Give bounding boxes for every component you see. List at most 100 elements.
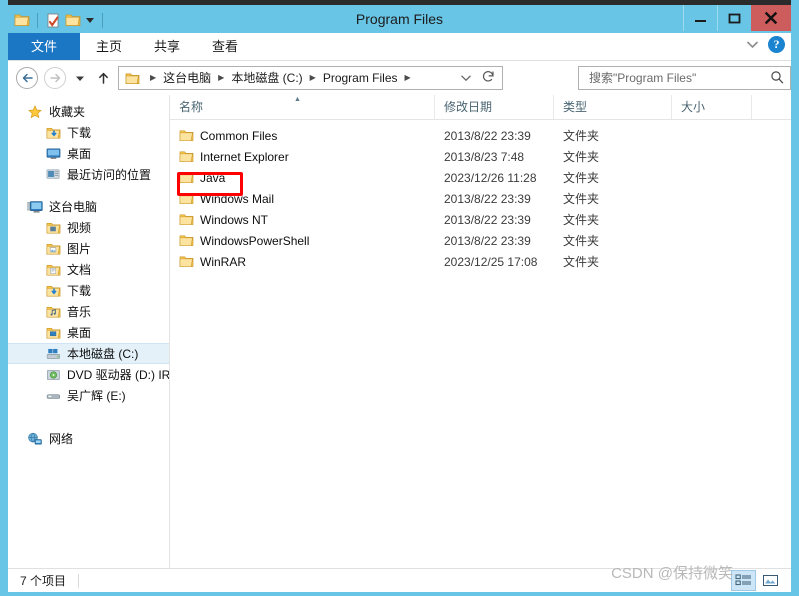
properties-icon[interactable] (43, 10, 63, 30)
file-name-cell[interactable]: Common Files (170, 129, 435, 143)
file-name-label: WindowsPowerShell (200, 233, 310, 248)
breadcrumb-separator[interactable]: ▶ (214, 67, 228, 89)
tab-file[interactable]: 文件 (8, 33, 80, 60)
sidebar-item-pictures[interactable]: 图片 (8, 238, 169, 259)
file-name-cell[interactable]: Internet Explorer (170, 150, 435, 164)
window-controls (683, 5, 791, 31)
table-row[interactable]: WinRAR 2023/12/25 17:08 文件夹 (170, 251, 791, 272)
refresh-icon[interactable] (482, 70, 495, 86)
file-name-label: Java (200, 170, 226, 185)
sidebar-item-label: 视频 (67, 221, 92, 235)
file-name-cell[interactable]: Java (170, 171, 435, 185)
table-row[interactable]: WindowsPowerShell 2013/8/22 23:39 文件夹 (170, 230, 791, 251)
file-name-label: Common Files (200, 128, 278, 143)
file-type-cell: 文件夹 (563, 150, 600, 164)
address-bar-controls (460, 70, 502, 86)
file-name-cell[interactable]: WindowsPowerShell (170, 234, 435, 248)
minimize-button[interactable] (683, 5, 717, 31)
pictures-folder-icon (44, 241, 62, 257)
sidebar-item-documents[interactable]: 文档 (8, 259, 169, 280)
sidebar-item-recent-places[interactable]: 最近访问的位置 (8, 164, 169, 185)
sidebar-item-label: 桌面 (67, 147, 92, 161)
chevron-down-icon[interactable] (745, 38, 759, 52)
window-frame-left (0, 0, 8, 596)
sidebar-item-label: 图片 (67, 242, 92, 256)
ribbon-right-controls: ? (745, 36, 785, 53)
breadcrumb-this-pc[interactable]: 这台电脑 (160, 67, 214, 89)
removable-drive-icon (44, 388, 62, 404)
sidebar-item-dvd-drive-d[interactable]: DVD 驱动器 (D:) IR (8, 364, 169, 385)
file-type-cell: 文件夹 (563, 129, 600, 143)
sidebar-item-label: 文档 (67, 263, 92, 277)
breadcrumb-separator[interactable]: ▶ (306, 67, 320, 89)
details-view-button[interactable] (731, 570, 756, 591)
file-list-pane[interactable]: ▲ 名称 修改日期 类型 大小 Common Files 2013/8/22 2… (170, 95, 791, 568)
tab-share[interactable]: 共享 (138, 33, 196, 60)
documents-folder-icon (44, 262, 62, 278)
table-row[interactable]: Windows NT 2013/8/22 23:39 文件夹 (170, 209, 791, 230)
table-row[interactable]: Internet Explorer 2013/8/23 7:48 文件夹 (170, 146, 791, 167)
folder-icon (179, 129, 194, 142)
chevron-down-icon[interactable] (460, 71, 472, 85)
column-header-type[interactable]: 类型 (554, 95, 672, 119)
qat-separator-2 (102, 12, 103, 28)
up-button[interactable] (94, 67, 112, 89)
sidebar-item-desktop-pc[interactable]: 桌面 (8, 322, 169, 343)
help-icon[interactable]: ? (768, 36, 785, 53)
large-icons-view-button[interactable] (758, 570, 783, 591)
file-name-cell[interactable]: WinRAR (170, 255, 435, 269)
sidebar-group-favorites[interactable]: 收藏夹 (8, 101, 169, 122)
network-icon (26, 431, 44, 447)
search-box[interactable] (578, 66, 791, 90)
sidebar-group-label: 网络 (49, 432, 74, 446)
sidebar-item-desktop[interactable]: 桌面 (8, 143, 169, 164)
forward-button[interactable] (44, 67, 66, 89)
sidebar-item-label: 下载 (67, 284, 92, 298)
breadcrumb-local-disk-c[interactable]: 本地磁盘 (C:) (228, 67, 305, 89)
search-input[interactable] (587, 70, 770, 86)
breadcrumb-separator[interactable]: ▶ (146, 67, 160, 89)
navigation-pane[interactable]: 收藏夹 下载 桌面 最近访问的位置 这台电脑 视频 图片 文档 下载 音乐 桌面… (8, 95, 170, 568)
file-name-cell[interactable]: Windows Mail (170, 192, 435, 206)
search-icon[interactable] (770, 70, 784, 87)
sidebar-item-removable-drive-e[interactable]: 吴广辉 (E:) (8, 385, 169, 406)
file-name-cell[interactable]: Windows NT (170, 213, 435, 227)
sidebar-item-music[interactable]: 音乐 (8, 301, 169, 322)
file-date-cell: 2013/8/22 23:39 (444, 191, 531, 206)
table-row[interactable]: Windows Mail 2013/8/22 23:39 文件夹 (170, 188, 791, 209)
new-folder-icon[interactable] (63, 10, 83, 30)
column-header-size[interactable]: 大小 (672, 95, 752, 119)
sidebar-group-this-pc[interactable]: 这台电脑 (8, 196, 169, 217)
maximize-button[interactable] (717, 5, 751, 31)
sidebar-group-network[interactable]: 网络 (8, 428, 169, 449)
file-rows: Common Files 2013/8/22 23:39 文件夹 Interne… (170, 120, 791, 272)
breadcrumb-program-files[interactable]: Program Files (320, 67, 401, 89)
recent-locations-dropdown[interactable] (72, 67, 88, 89)
file-type-cell: 文件夹 (563, 255, 600, 269)
sidebar-item-local-disk-c[interactable]: 本地磁盘 (C:) (8, 343, 169, 364)
back-button[interactable] (16, 67, 38, 89)
file-date-cell: 2013/8/23 7:48 (444, 149, 525, 164)
folder-icon (179, 255, 194, 268)
column-header-name[interactable]: ▲ 名称 (170, 95, 435, 119)
table-row[interactable]: Common Files 2013/8/22 23:39 文件夹 (170, 125, 791, 146)
folder-icon (179, 171, 194, 184)
sidebar-item-downloads[interactable]: 下载 (8, 122, 169, 143)
tab-view[interactable]: 查看 (196, 33, 254, 60)
file-name-label: Internet Explorer (200, 149, 289, 164)
sidebar-item-videos[interactable]: 视频 (8, 217, 169, 238)
breadcrumb-separator[interactable]: ▶ (401, 67, 415, 89)
file-type-cell: 文件夹 (563, 213, 600, 227)
close-button[interactable] (751, 5, 791, 31)
address-breadcrumb-bar[interactable]: ▶ 这台电脑 ▶ 本地磁盘 (C:) ▶ Program Files ▶ (118, 66, 503, 90)
folder-icon[interactable] (12, 10, 32, 30)
sidebar-item-downloads-pc[interactable]: 下载 (8, 280, 169, 301)
item-count-label: 7 个项目 (20, 574, 67, 588)
table-row[interactable]: Java 2023/12/26 11:28 文件夹 (170, 167, 791, 188)
chevron-down-icon[interactable] (83, 10, 97, 30)
tab-home[interactable]: 主页 (80, 33, 138, 60)
column-header-date-modified[interactable]: 修改日期 (435, 95, 554, 119)
file-date-cell: 2013/8/22 23:39 (444, 233, 531, 248)
